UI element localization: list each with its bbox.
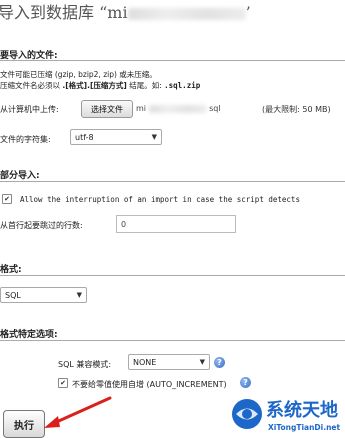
file-name-display: mi sql [136, 104, 221, 113]
red-arrow-annotation [44, 396, 112, 428]
skip-rows-input[interactable]: 0 [116, 215, 236, 233]
divider [0, 275, 345, 276]
skip-rows-label: 从首行起要跳过的行数: [0, 221, 83, 230]
redacted-db-name [127, 7, 246, 20]
sql-compat-select[interactable]: NONE ▼ [128, 354, 210, 370]
format-select[interactable]: SQL ▼ [0, 287, 87, 303]
format-select-value: SQL [5, 290, 21, 300]
file-note-example: .sql.zip [164, 81, 201, 90]
charset-select-value: utf-8 [75, 132, 94, 142]
divider [0, 181, 345, 182]
file-note-compression: 文件可能已压缩 (gzip, bzip2, zip) 或未压缩。 [0, 70, 157, 79]
divider [0, 60, 345, 61]
page-title-prefix: 导入到数据库 “mi [0, 3, 128, 22]
logo-brand-url: XiTongTianDi.net [268, 423, 341, 432]
file-note-mid: 结尾。如: [129, 81, 162, 90]
redacted-file-name [148, 104, 207, 113]
divider [0, 340, 345, 341]
format-options-heading: 格式特定选项: [0, 330, 58, 340]
charset-select[interactable]: utf-8 ▼ [70, 129, 162, 145]
upload-label: 从计算机中上传: [0, 105, 59, 114]
sql-compat-select-value: NONE [133, 357, 157, 367]
auto-increment-checkbox[interactable]: ✔ [58, 378, 68, 388]
file-note-prefix: 压缩文件名必须以 [0, 81, 60, 90]
format-section-heading: 格式: [0, 265, 22, 275]
sql-compat-label: SQL 兼容模式: [58, 360, 112, 369]
choose-file-button[interactable]: 选择文件 [81, 100, 133, 118]
chevron-down-icon: ▼ [199, 358, 205, 366]
allow-interrupt-checkbox[interactable]: ✔ [2, 194, 12, 204]
charset-label: 文件的字符集: [0, 135, 51, 144]
partial-section-heading: 部分导入: [0, 171, 40, 181]
logo-brand-cn: 系统天地 [266, 400, 338, 421]
help-icon[interactable]: ? [214, 357, 225, 368]
help-icon[interactable]: ? [240, 377, 251, 388]
watermark-logo: 系统天地 XiTongTianDi.net [228, 393, 345, 438]
file-name-start: mi [136, 104, 147, 113]
execute-button[interactable]: 执行 [3, 410, 45, 438]
page-title: 导入到数据库 “mi ’ [0, 0, 345, 29]
chevron-down-icon: ▼ [151, 133, 157, 141]
file-name-end: sql [209, 104, 221, 113]
page-title-suffix: ’ [245, 3, 251, 22]
logo-icon [232, 399, 262, 429]
auto-increment-label: 不要给零值使用自增 (AUTO_INCREMENT) [72, 380, 227, 389]
file-note-name: 压缩文件名必须以 .[格式].[压缩方式] 结尾。如: .sql.zip [0, 80, 200, 91]
chevron-down-icon: ▼ [76, 291, 82, 299]
allow-interrupt-label: Allow the interruption of an import in c… [20, 195, 300, 204]
max-size-limit: (最大限制: 50 MB) [262, 105, 331, 114]
file-note-format: .[格式].[压缩方式] [62, 81, 127, 90]
